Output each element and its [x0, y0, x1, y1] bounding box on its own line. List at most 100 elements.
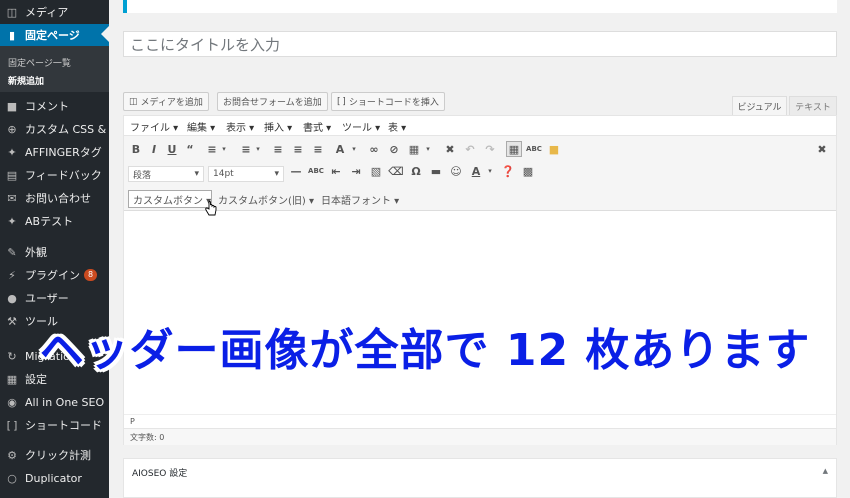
editor-path: P: [124, 414, 836, 428]
unlink-icon[interactable]: ⊘: [386, 141, 402, 157]
sidebar-item-media[interactable]: ◫ メディア: [0, 1, 109, 23]
update-count-badge: 8: [84, 269, 98, 281]
plus-circle-icon: ⊕: [7, 122, 17, 136]
italic-icon[interactable]: I: [146, 141, 162, 157]
sidebar-item-label: ショートコード: [25, 419, 102, 432]
sidebar-item-custom-css[interactable]: ⊕ カスタム CSS & JS: [0, 118, 109, 140]
add-media-button[interactable]: ◫ メディアを追加: [123, 92, 209, 111]
spellcheck-icon[interactable]: ABC: [526, 141, 542, 157]
strikethrough-icon[interactable]: ABC: [308, 163, 324, 179]
user-icon: ●: [7, 291, 17, 305]
gear-icon: ⚙: [7, 448, 17, 462]
chevron-down-icon: ▾: [274, 169, 279, 179]
word-count: 文字数: 0: [124, 428, 836, 445]
sidebar-item-contact[interactable]: ✉ お問い合わせ: [0, 187, 109, 209]
title-input[interactable]: ここにタイトルを入力: [123, 31, 837, 57]
sidebar-item-comments[interactable]: ■ コメント: [0, 95, 109, 117]
sidebar-item-label: All in One SEO: [25, 395, 105, 409]
sidebar-item-aioseo[interactable]: ◉ All in One SEO: [0, 391, 109, 413]
tinymce-editor: ファイル ▾ 編集 ▾ 表示 ▾ 挿入 ▾ 書式 ▾ ツール ▾ 表 ▾ B I…: [123, 115, 837, 445]
sidebar-item-label: Duplicator: [25, 471, 82, 485]
menu-tools[interactable]: ツール ▾: [342, 119, 380, 134]
chevron-down-icon[interactable]: ▾: [420, 141, 436, 157]
tab-text-label: テキスト: [795, 102, 831, 113]
sidebar-item-appearance[interactable]: ✎ 外観: [0, 241, 109, 263]
font-size-value: 14pt: [213, 169, 234, 179]
insert-shortcode-label: ショートコードを挿入: [348, 98, 439, 108]
menu-format[interactable]: 書式 ▾: [303, 119, 331, 134]
emoji-icon[interactable]: ☺: [448, 163, 464, 179]
toolbar-toggle-icon[interactable]: ▦: [506, 141, 522, 157]
insert-shortcode-button[interactable]: [ ] ショートコードを挿入: [331, 92, 445, 111]
sidebar-item-click-tracking[interactable]: ⚙ クリック計測: [0, 444, 109, 466]
tab-text[interactable]: テキスト: [789, 96, 837, 115]
custom-button-legacy-label: カスタムボタン(旧) ▾: [218, 195, 315, 207]
add-contact-form-label: お問合せフォームを追加: [223, 98, 322, 108]
format-select[interactable]: 段落 ▾: [128, 166, 204, 182]
shortcut-icon[interactable]: ▩: [520, 163, 536, 179]
custom-button-label: カスタムボタン ▾: [133, 195, 212, 207]
undo-icon[interactable]: ↶: [462, 141, 478, 157]
sidebar-item-label: ユーザー: [25, 292, 69, 305]
chevron-down-icon[interactable]: ▾: [482, 163, 498, 179]
editor-content-area[interactable]: [124, 212, 836, 414]
link-icon[interactable]: ∞: [366, 141, 382, 157]
sidebar-item-duplicator[interactable]: ○ Duplicator: [0, 467, 109, 489]
brackets-icon: [ ]: [6, 418, 18, 432]
distraction-free-icon[interactable]: ✖: [814, 141, 830, 157]
top-notice-bar: [123, 0, 837, 13]
align-center-icon[interactable]: ≡: [290, 141, 306, 157]
custom-button-legacy-dropdown[interactable]: カスタムボタン(旧) ▾: [214, 190, 318, 208]
blockquote-icon[interactable]: “: [182, 141, 198, 157]
sidebar-item-users[interactable]: ● ユーザー: [0, 287, 109, 309]
tab-visual[interactable]: ビジュアル: [732, 96, 787, 115]
paste-text-icon[interactable]: ▧: [368, 163, 384, 179]
sidebar-item-ab-test[interactable]: ✦ ABテスト: [0, 210, 109, 232]
font-size-select[interactable]: 14pt ▾: [208, 166, 284, 182]
menu-view[interactable]: 表示 ▾: [226, 119, 254, 134]
custom-button-dropdown[interactable]: カスタムボタン ▾: [128, 190, 212, 208]
sidebar-item-pages[interactable]: ▮ 固定ページ: [0, 24, 109, 46]
pin-icon: ✦: [7, 145, 17, 159]
sidebar-item-label: 外観: [25, 246, 47, 259]
mail-icon: ✉: [7, 191, 17, 205]
submenu-add-new[interactable]: 新規追加: [8, 74, 44, 87]
add-contact-form-button[interactable]: お問合せフォームを追加: [217, 92, 328, 111]
aioseo-settings-title: AIOSEO 設定: [132, 469, 188, 479]
sidebar-item-affinger-tag[interactable]: ✦ AFFINGERタグ: [0, 141, 109, 163]
align-left-icon[interactable]: ≡: [270, 141, 286, 157]
menu-table[interactable]: 表 ▾: [388, 119, 406, 134]
special-char-icon[interactable]: Ω: [408, 163, 424, 179]
sidebar-item-shortcode[interactable]: [ ] ショートコード: [0, 414, 109, 436]
feedback-icon: ▤: [6, 168, 18, 182]
sidebar-item-feedback[interactable]: ▤ フィードバック: [0, 164, 109, 186]
pin-icon: ✦: [7, 214, 17, 228]
chevron-down-icon[interactable]: ▾: [346, 141, 362, 157]
note-icon[interactable]: ■: [546, 141, 562, 157]
underline-icon[interactable]: U: [164, 141, 180, 157]
menu-insert[interactable]: 挿入 ▾: [264, 119, 292, 134]
bold-icon[interactable]: B: [128, 141, 144, 157]
indent-icon[interactable]: ⇥: [348, 163, 364, 179]
help-icon[interactable]: ❓: [500, 163, 516, 179]
chevron-up-icon[interactable]: ▲: [823, 467, 828, 475]
japanese-font-dropdown[interactable]: 日本語フォント ▾: [317, 190, 403, 208]
chevron-down-icon[interactable]: ▾: [250, 141, 266, 157]
horizontal-rule-icon[interactable]: —: [288, 163, 304, 179]
align-right-icon[interactable]: ≡: [310, 141, 326, 157]
toolbar-row-2: 段落 ▾ 14pt ▾ — ABC ⇤ ⇥ ▧ ⌫ Ω ▬ ☺ A ▾ ❓ ▩: [124, 163, 836, 185]
outdent-icon[interactable]: ⇤: [328, 163, 344, 179]
chevron-down-icon[interactable]: ▾: [216, 141, 232, 157]
menu-file[interactable]: ファイル ▾: [130, 119, 178, 134]
aioseo-settings-panel: AIOSEO 設定 ▲: [123, 458, 837, 498]
eraser-icon[interactable]: ⌫: [388, 163, 404, 179]
more-tag-icon[interactable]: ▬: [428, 163, 444, 179]
submenu-all-pages[interactable]: 固定ページ一覧: [8, 56, 71, 69]
sidebar-item-label: ABテスト: [25, 215, 74, 228]
sidebar-item-label: カスタム CSS & JS: [25, 123, 109, 136]
menu-edit[interactable]: 編集 ▾: [187, 119, 215, 134]
sidebar-item-label: プラグイン: [25, 269, 80, 282]
sidebar-item-plugins[interactable]: ⚡ プラグイン 8: [0, 264, 109, 286]
fullscreen-icon[interactable]: ✖: [442, 141, 458, 157]
redo-icon[interactable]: ↷: [482, 141, 498, 157]
